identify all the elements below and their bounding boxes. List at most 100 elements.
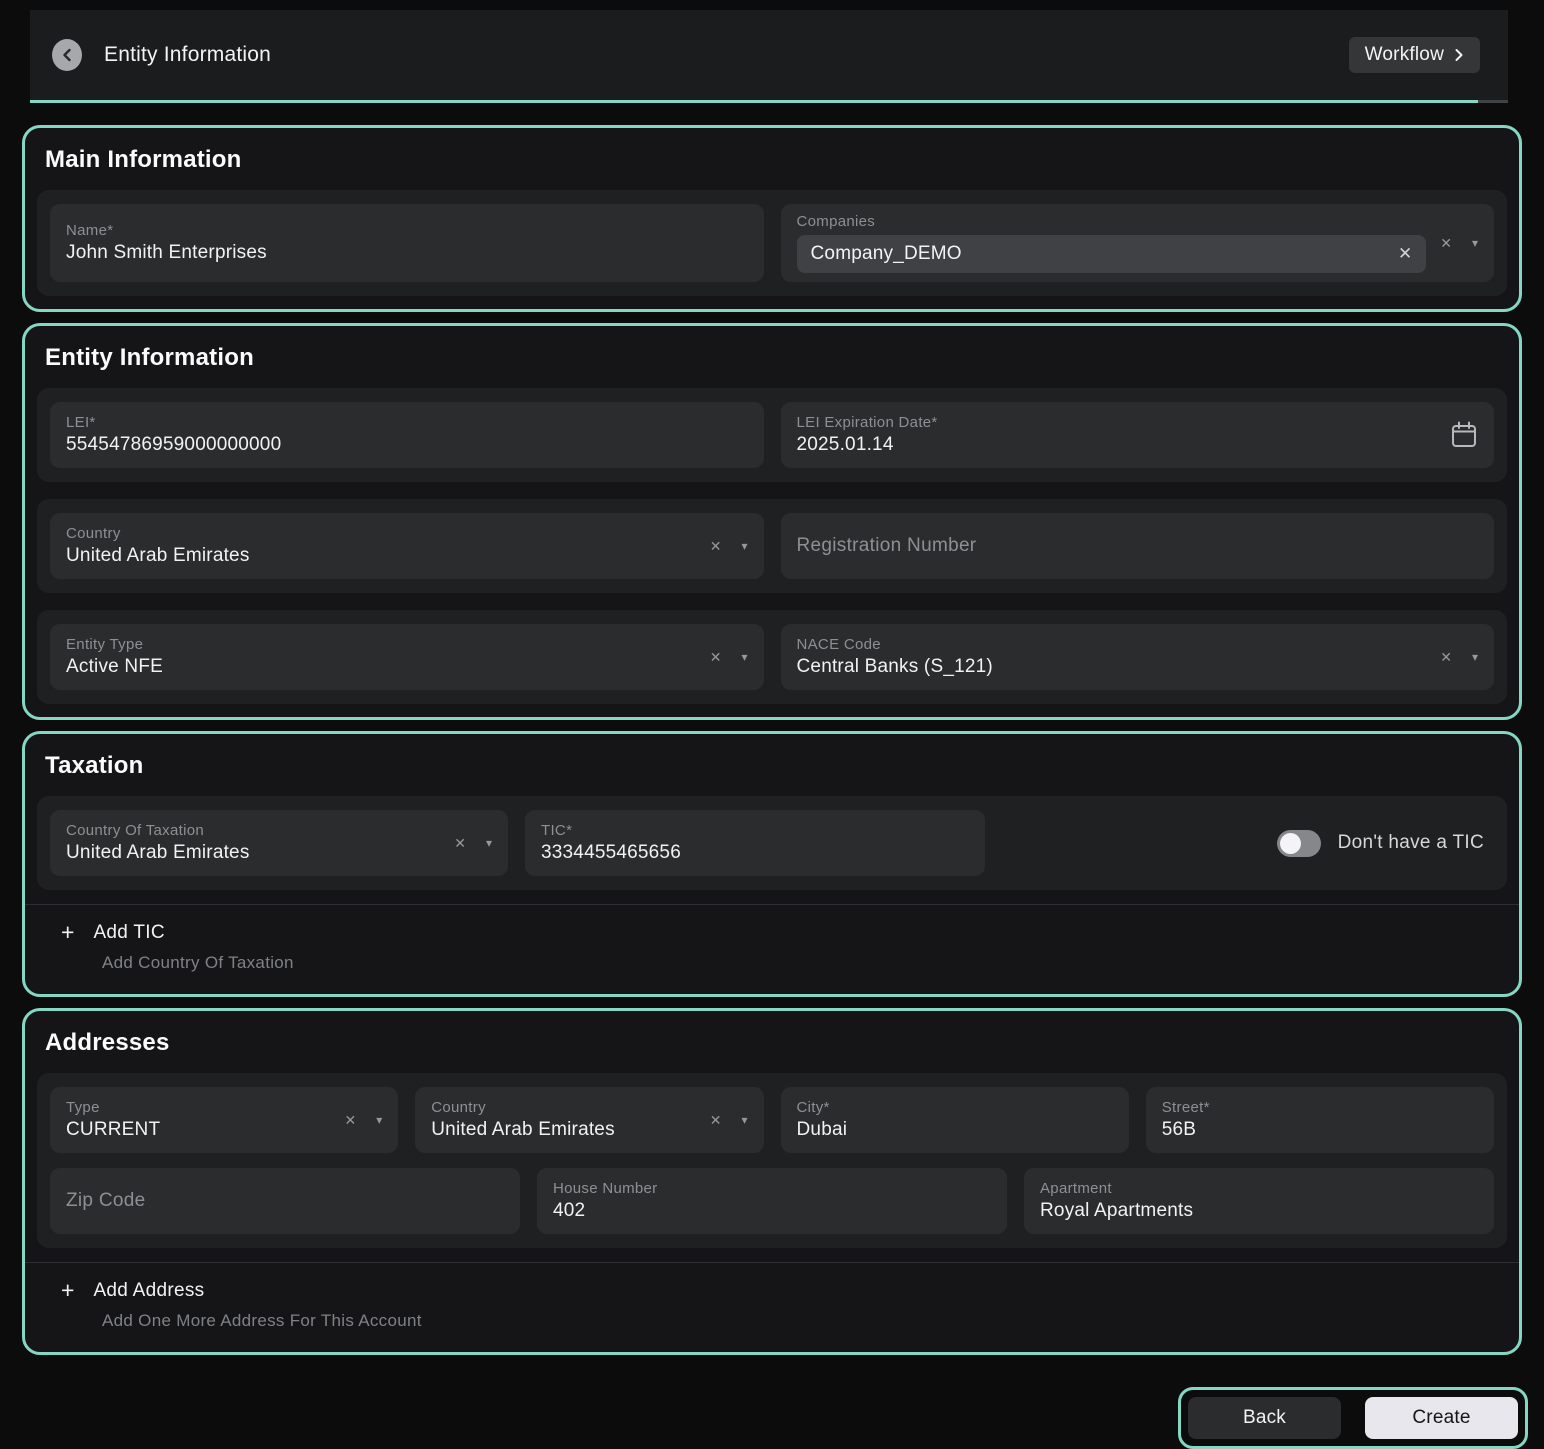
- section-title: Addresses: [45, 1029, 1503, 1057]
- tic-field-value: 3334455465656: [541, 842, 969, 864]
- registration-number-placeholder: Registration Number: [797, 535, 977, 557]
- section-entity-information: Entity Information LEI* 5545478695900000…: [22, 323, 1522, 720]
- main-information-group: Name* John Smith Enterprises Companies C…: [37, 190, 1507, 296]
- name-field-value: John Smith Enterprises: [66, 242, 748, 264]
- section-taxation: Taxation Country Of Taxation United Arab…: [22, 731, 1522, 997]
- country-field[interactable]: Country United Arab Emirates ✕ ▾: [50, 513, 764, 579]
- clear-icon[interactable]: ✕: [710, 650, 722, 664]
- back-button[interactable]: [52, 39, 82, 71]
- dont-have-tic-toggle[interactable]: [1277, 830, 1321, 857]
- company-chip[interactable]: Company_DEMO ✕: [797, 235, 1427, 273]
- country-row: Country United Arab Emirates ✕ ▾ Registr…: [50, 513, 1494, 579]
- name-field[interactable]: Name* John Smith Enterprises: [50, 204, 764, 282]
- taxation-row: Country Of Taxation United Arab Emirates…: [50, 810, 1494, 876]
- create-button[interactable]: Create: [1365, 1397, 1518, 1439]
- house-number-field[interactable]: House Number 402: [537, 1168, 1007, 1234]
- country-of-taxation-field-icons: ✕ ▾: [454, 836, 492, 850]
- lei-group: LEI* 55454786959000000000 LEI Expiration…: [37, 388, 1507, 482]
- chevron-down-icon[interactable]: ▾: [1472, 237, 1478, 249]
- chevron-down-icon[interactable]: ▾: [1472, 651, 1478, 663]
- clear-icon[interactable]: ✕: [1440, 650, 1452, 664]
- companies-field-icons: ✕ ▾: [1440, 236, 1478, 250]
- chevron-down-icon[interactable]: ▾: [741, 1114, 747, 1126]
- header-left: Entity Information: [52, 39, 271, 71]
- chevron-down-icon[interactable]: ▾: [376, 1114, 382, 1126]
- page-title: Entity Information: [104, 43, 271, 67]
- footer-back-button[interactable]: Back: [1188, 1397, 1341, 1439]
- address-country-field-icons: ✕ ▾: [710, 1113, 748, 1127]
- country-of-taxation-field-text: Country Of Taxation United Arab Emirates: [66, 822, 440, 864]
- address-country-field-text: Country United Arab Emirates: [431, 1099, 695, 1141]
- nace-code-field-value: Central Banks (S_121): [797, 656, 1427, 678]
- section-title: Main Information: [45, 146, 1503, 174]
- entity-type-field-value: Active NFE: [66, 656, 696, 678]
- clear-icon[interactable]: ✕: [1440, 236, 1452, 250]
- lei-row: LEI* 55454786959000000000 LEI Expiration…: [50, 402, 1494, 468]
- name-field-label: Name*: [66, 222, 748, 239]
- plus-icon: +: [61, 1279, 74, 1302]
- plus-icon: +: [61, 921, 74, 944]
- nace-code-field[interactable]: NACE Code Central Banks (S_121) ✕ ▾: [781, 624, 1495, 690]
- main-information-row: Name* John Smith Enterprises Companies C…: [50, 204, 1494, 282]
- chip-remove-icon[interactable]: ✕: [1398, 244, 1412, 264]
- apartment-field-value: Royal Apartments: [1040, 1200, 1478, 1222]
- inactive-tab-track: [1478, 100, 1508, 103]
- add-address-button[interactable]: + Add Address: [61, 1279, 204, 1302]
- dont-have-tic-toggle-wrap[interactable]: Don't have a TIC: [1277, 830, 1494, 857]
- apartment-field[interactable]: Apartment Royal Apartments: [1024, 1168, 1494, 1234]
- addresses-group: Type CURRENT ✕ ▾ Country United Arab Emi…: [37, 1073, 1507, 1248]
- footer: Back Create: [0, 1387, 1528, 1449]
- house-number-field-value: 402: [553, 1200, 991, 1222]
- entity-type-field-icons: ✕ ▾: [710, 650, 748, 664]
- active-tab-indicator: [30, 100, 1478, 103]
- chevron-down-icon[interactable]: ▾: [486, 837, 492, 849]
- address-type-field-label: Type: [66, 1099, 330, 1116]
- clear-icon[interactable]: ✕: [344, 1113, 356, 1127]
- company-chip-label: Company_DEMO: [811, 243, 962, 265]
- add-tic-button[interactable]: + Add TIC: [61, 921, 165, 944]
- companies-field-text: Companies Company_DEMO ✕: [797, 213, 1427, 273]
- companies-field[interactable]: Companies Company_DEMO ✕ ✕ ▾: [781, 204, 1495, 282]
- section-main-information: Main Information Name* John Smith Enterp…: [22, 125, 1522, 312]
- city-field-value: Dubai: [797, 1119, 1113, 1141]
- add-address-label: Add Address: [93, 1280, 204, 1302]
- clear-icon[interactable]: ✕: [454, 836, 466, 850]
- city-field[interactable]: City* Dubai: [781, 1087, 1129, 1153]
- nace-code-field-icons: ✕ ▾: [1440, 650, 1478, 664]
- lei-field[interactable]: LEI* 55454786959000000000: [50, 402, 764, 468]
- lei-expiration-field[interactable]: LEI Expiration Date* 2025.01.14: [781, 402, 1495, 468]
- address-country-field-value: United Arab Emirates: [431, 1119, 695, 1141]
- clear-icon[interactable]: ✕: [710, 1113, 722, 1127]
- entity-type-group: Entity Type Active NFE ✕ ▾ NACE Code Cen…: [37, 610, 1507, 704]
- tic-field-label: TIC*: [541, 822, 969, 839]
- country-of-taxation-field[interactable]: Country Of Taxation United Arab Emirates…: [50, 810, 508, 876]
- registration-number-field[interactable]: Registration Number: [781, 513, 1495, 579]
- lei-expiration-field-value: 2025.01.14: [797, 434, 1437, 456]
- address-country-field[interactable]: Country United Arab Emirates ✕ ▾: [415, 1087, 763, 1153]
- lei-field-text: LEI* 55454786959000000000: [66, 414, 748, 456]
- country-field-label: Country: [66, 525, 696, 542]
- chevron-down-icon[interactable]: ▾: [741, 651, 747, 663]
- zip-code-field[interactable]: Zip Code: [50, 1168, 520, 1234]
- nace-code-field-text: NACE Code Central Banks (S_121): [797, 636, 1427, 678]
- tic-field[interactable]: TIC* 3334455465656: [525, 810, 985, 876]
- tic-field-text: TIC* 3334455465656: [541, 822, 969, 864]
- city-field-text: City* Dubai: [797, 1099, 1113, 1141]
- apartment-field-text: Apartment Royal Apartments: [1040, 1180, 1478, 1222]
- nace-code-field-label: NACE Code: [797, 636, 1427, 653]
- workflow-button[interactable]: Workflow: [1349, 37, 1480, 73]
- address-type-field-value: CURRENT: [66, 1119, 330, 1141]
- addresses-add-area: + Add Address Add One More Address For T…: [37, 1263, 1507, 1339]
- address-type-field[interactable]: Type CURRENT ✕ ▾: [50, 1087, 398, 1153]
- entity-type-field[interactable]: Entity Type Active NFE ✕ ▾: [50, 624, 764, 690]
- header-underline: [30, 100, 1508, 103]
- street-field[interactable]: Street* 56B: [1146, 1087, 1494, 1153]
- address-row-1: Type CURRENT ✕ ▾ Country United Arab Emi…: [50, 1087, 1494, 1153]
- lei-field-value: 55454786959000000000: [66, 434, 748, 456]
- name-field-text: Name* John Smith Enterprises: [66, 222, 748, 264]
- chevron-left-icon: [61, 48, 73, 62]
- calendar-icon[interactable]: [1450, 420, 1478, 450]
- clear-icon[interactable]: ✕: [710, 539, 722, 553]
- add-tic-hint: Add Country Of Taxation: [102, 953, 1499, 973]
- chevron-down-icon[interactable]: ▾: [741, 540, 747, 552]
